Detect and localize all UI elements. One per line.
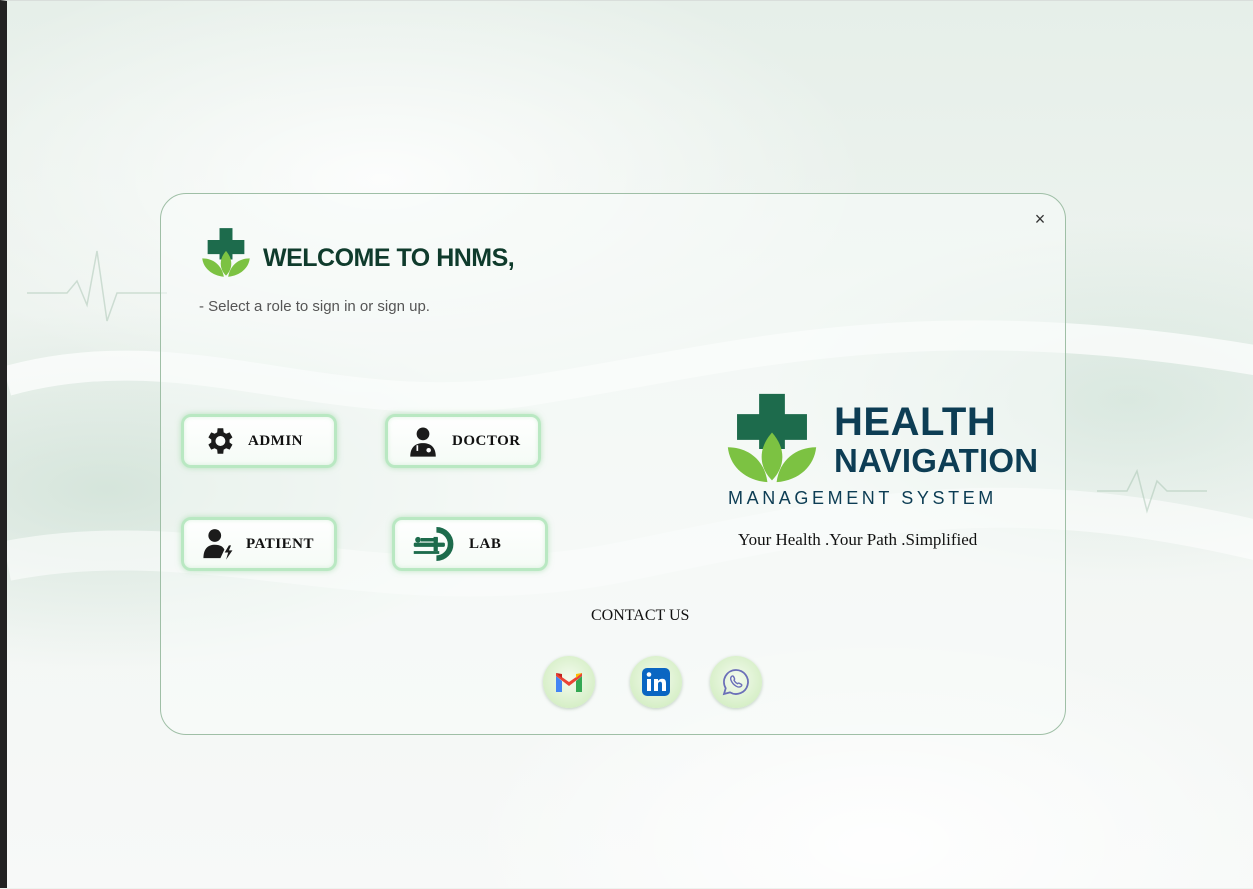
role-select-dialog: × WELCOME TO HNMS, - Select a role to si… — [160, 193, 1066, 735]
patient-role-button[interactable]: PATIENT — [181, 517, 337, 571]
brand-tagline: Your Health .Your Path .Simplified — [738, 530, 978, 549]
lab-role-label: LAB — [469, 535, 502, 552]
patient-role-label: PATIENT — [246, 535, 314, 552]
welcome-subtitle: - Select a role to sign in or sign up. — [199, 298, 430, 315]
brand-navigation: NAVIGATION — [834, 442, 1039, 479]
whatsapp-icon — [722, 669, 749, 696]
lab-scanner-icon — [409, 525, 461, 563]
doctor-role-button[interactable]: DOCTOR — [385, 414, 541, 468]
whatsapp-link[interactable] — [710, 656, 762, 708]
patient-icon — [200, 525, 238, 563]
gmail-icon — [556, 673, 582, 692]
gear-icon — [200, 422, 238, 460]
admin-role-button[interactable]: ADMIN — [181, 414, 337, 468]
admin-role-label: ADMIN — [248, 432, 303, 449]
welcome-title: WELCOME TO HNMS, — [263, 244, 515, 272]
brand-management-system: MANAGEMENT SYSTEM — [728, 488, 997, 508]
brand-logo-icon — [727, 393, 817, 483]
contact-us-title: CONTACT US — [591, 607, 690, 624]
doctor-icon — [404, 422, 442, 460]
lab-role-button[interactable]: LAB — [392, 517, 548, 571]
linkedin-icon — [642, 668, 670, 696]
hnms-logo-icon — [202, 228, 250, 277]
doctor-role-label: DOCTOR — [452, 432, 521, 449]
brand-block: HEALTH NAVIGATION MANAGEMENT SYSTEM Your… — [726, 392, 1056, 562]
linkedin-link[interactable] — [630, 656, 682, 708]
brand-health: HEALTH — [834, 400, 997, 444]
gmail-link[interactable] — [543, 656, 595, 708]
close-button[interactable]: × — [1029, 208, 1051, 230]
